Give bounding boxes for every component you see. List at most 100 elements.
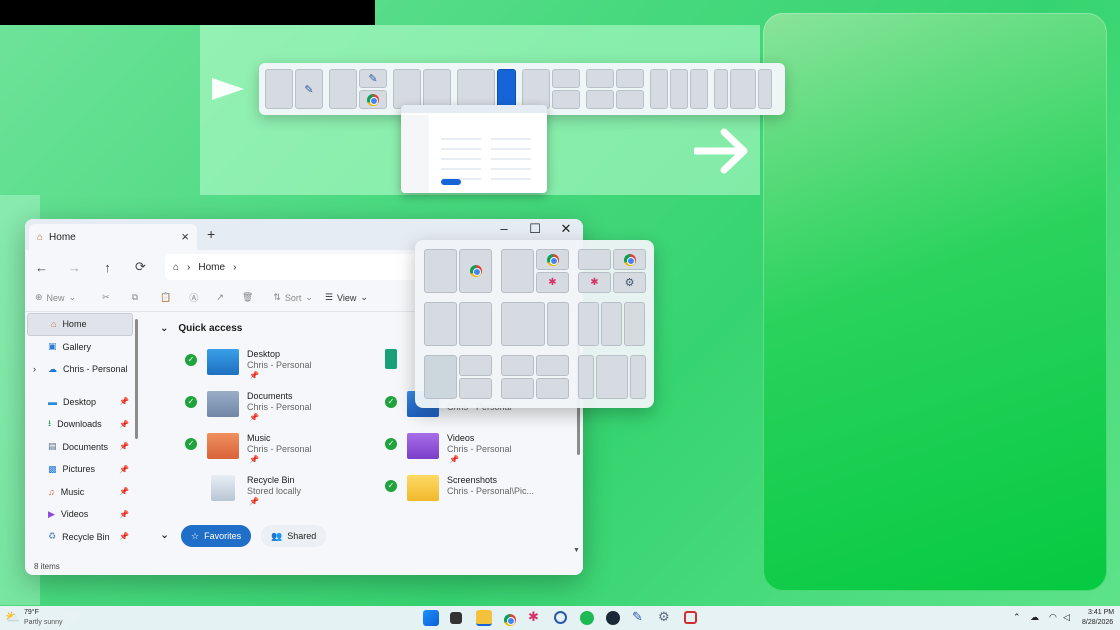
snap-zone[interactable]	[424, 302, 457, 346]
snap-zone[interactable]	[329, 69, 357, 109]
snap-zone[interactable]	[393, 69, 421, 109]
snap-zone[interactable]	[616, 69, 644, 88]
snap-layout-5[interactable]	[522, 69, 580, 109]
snap-zone[interactable]	[758, 69, 772, 109]
sidebar-item-onedrive[interactable]: › ☁ Chris - Personal	[25, 358, 135, 381]
snap-zone[interactable]	[536, 249, 569, 270]
slack-icon[interactable]: ✱	[528, 609, 544, 625]
snap-zone[interactable]: ⚙	[613, 272, 646, 293]
snap-zone[interactable]	[547, 302, 569, 346]
snap-zone[interactable]	[578, 355, 594, 399]
back-button[interactable]: ←	[25, 260, 58, 275]
snap-zone[interactable]	[650, 69, 668, 109]
shared-button[interactable]: 👥 Shared	[261, 525, 327, 547]
paste-icon[interactable]: 📋	[160, 292, 171, 303]
snap-zone[interactable]	[616, 90, 644, 109]
flyout-layout-halves-2[interactable]	[424, 302, 492, 346]
snap-zone[interactable]	[586, 69, 614, 88]
nav-pane-scrollbar[interactable]	[135, 319, 138, 439]
snap-zone[interactable]: ✎	[359, 69, 387, 88]
snap-zone[interactable]	[586, 90, 614, 109]
file-item-recycle-bin[interactable]: Recycle Bin Stored locally 📌	[185, 475, 385, 513]
snap-layout-3[interactable]	[393, 69, 451, 109]
paint-icon[interactable]: ✎	[632, 609, 648, 625]
sidebar-item-documents[interactable]: ▤ Documents 📌	[25, 436, 135, 459]
forward-button[interactable]: →	[58, 260, 91, 275]
rename-icon[interactable]: Ⓐ	[189, 291, 198, 304]
new-button[interactable]: ⊕ New ⌄	[35, 292, 76, 303]
view-button[interactable]: ☰ View ⌄	[325, 292, 368, 303]
snap-zone[interactable]	[501, 378, 534, 399]
close-window-button[interactable]: ✕	[551, 221, 581, 237]
sidebar-item-desktop[interactable]: ▬ Desktop 📌	[25, 391, 135, 414]
snap-zone[interactable]	[624, 302, 645, 346]
snap-zone[interactable]	[596, 355, 628, 399]
snap-zone[interactable]	[423, 69, 451, 109]
favorites-button[interactable]: ☆ Favorites	[181, 525, 252, 547]
file-item-desktop[interactable]: ✓ Desktop Chris - Personal 📌	[185, 349, 385, 387]
sidebar-item-music[interactable]: ♫ Music 📌	[25, 481, 135, 504]
snap-zone[interactable]: ✱	[578, 272, 611, 293]
spotify-icon[interactable]	[580, 611, 594, 625]
snap-zone[interactable]	[536, 378, 569, 399]
snap-zone[interactable]	[501, 355, 534, 376]
flyout-layout-thirds[interactable]	[578, 302, 645, 346]
task-view-icon[interactable]	[450, 612, 462, 624]
new-tab-button[interactable]: +	[207, 226, 215, 242]
snap-zone[interactable]	[552, 69, 580, 88]
snap-zone[interactable]	[578, 302, 599, 346]
quick-access-header[interactable]: ⌄ Quick access	[160, 323, 242, 334]
file-item-screenshots[interactable]: ✓ Screenshots Chris - Personal\Pic...	[385, 475, 583, 513]
maximize-button[interactable]: ☐	[520, 221, 550, 237]
file-item-videos[interactable]: ✓ Videos Chris - Personal 📌	[385, 433, 583, 471]
snap-zone[interactable]	[424, 355, 457, 399]
flyout-layout-grid[interactable]	[501, 355, 569, 399]
address-bar[interactable]: ⌂ › Home ›	[165, 254, 435, 280]
flyout-layout-halves[interactable]	[424, 249, 492, 293]
sort-button[interactable]: ⇅ Sort ⌄	[273, 292, 313, 303]
share-icon[interactable]: ↗	[216, 292, 224, 303]
snap-zone[interactable]	[730, 69, 756, 109]
sidebar-item-recycle-bin[interactable]: ♻ Recycle Bin 📌	[25, 526, 135, 549]
snap-zone[interactable]	[459, 249, 492, 293]
volume-icon[interactable]: ◁	[1063, 612, 1070, 623]
snap-zone[interactable]	[424, 249, 457, 293]
wifi-icon[interactable]: ◠	[1049, 612, 1057, 623]
settings-gear-icon[interactable]: ⚙	[658, 609, 674, 625]
sidebar-item-videos[interactable]: ▶ Videos 📌	[25, 503, 135, 526]
breadcrumb-home[interactable]: Home	[198, 262, 225, 273]
snap-zone[interactable]: ✱	[536, 272, 569, 293]
file-item-music[interactable]: ✓ Music Chris - Personal 📌	[185, 433, 385, 471]
snap-zone[interactable]	[613, 249, 646, 270]
snap-zone[interactable]	[601, 302, 622, 346]
flyout-layout-quarters[interactable]: ✱ ⚙	[578, 249, 646, 293]
weather-icon[interactable]: ⛅	[5, 610, 21, 626]
snap-layout-4[interactable]	[457, 69, 516, 109]
snap-layout-2[interactable]: ✎	[329, 69, 387, 109]
clock-time[interactable]: 3:41 PM	[1088, 609, 1114, 616]
snap-layouts-flyout[interactable]: ✱ ✱ ⚙	[415, 240, 654, 408]
copy-icon[interactable]: ⧉	[132, 292, 138, 303]
refresh-button[interactable]: ⟳	[124, 259, 157, 275]
snap-zone[interactable]	[459, 355, 492, 376]
snap-zone[interactable]	[670, 69, 688, 109]
chevron-up-icon[interactable]: ⌃	[1013, 612, 1021, 623]
snap-zone[interactable]	[522, 69, 550, 109]
clock-date[interactable]: 8/28/2026	[1082, 619, 1113, 626]
snap-layout-1[interactable]: ✎	[265, 69, 323, 109]
snipping-tool-icon[interactable]	[684, 611, 697, 624]
delete-icon[interactable]: 🗑	[242, 292, 253, 303]
snap-zone[interactable]	[714, 69, 728, 109]
sidebar-item-gallery[interactable]: ▣ Gallery	[25, 336, 135, 359]
snap-zone[interactable]: ✎	[295, 69, 323, 109]
snap-layout-8[interactable]	[714, 69, 772, 109]
window-thumbnail[interactable]	[401, 105, 547, 193]
snap-zone[interactable]	[552, 90, 580, 109]
sidebar-item-pictures[interactable]: ▩ Pictures 📌	[25, 458, 135, 481]
chevron-down-icon[interactable]: ⌄	[160, 528, 169, 541]
snap-zone[interactable]	[459, 378, 492, 399]
snap-zone[interactable]	[265, 69, 293, 109]
snap-layout-7[interactable]	[650, 69, 708, 109]
snap-zone[interactable]	[690, 69, 708, 109]
snap-zone[interactable]	[359, 90, 387, 109]
